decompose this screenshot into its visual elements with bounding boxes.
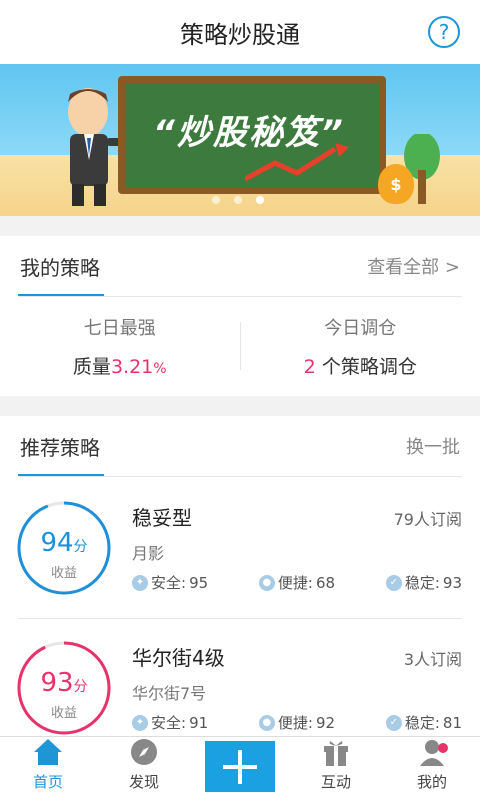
weekly-best-stat[interactable]: 七日最强 质量3.21% bbox=[0, 314, 240, 379]
carousel-dot-active[interactable] bbox=[256, 196, 264, 204]
app-header: 策略炒股通 ? bbox=[0, 0, 480, 64]
metric-value: 95 bbox=[189, 573, 209, 592]
divider bbox=[18, 618, 462, 619]
bottom-tab-bar: 首页 发现 互动 我的 bbox=[0, 736, 480, 800]
metric-label: 稳定: bbox=[404, 714, 440, 732]
strategy-item[interactable]: 93分 收益 华尔街4级 3人订阅 华尔街7号 ✦ 安全: 91 ● 便捷: 92 ✓ 稳… bbox=[0, 620, 480, 736]
strategy-author: 华尔街7号 bbox=[132, 684, 207, 703]
add-strategy-button[interactable] bbox=[205, 741, 275, 792]
my-strategy-stats: 七日最强 质量3.21% 今日调仓 2 个策略调仓 bbox=[0, 296, 480, 396]
subscriber-count: 79人订阅 bbox=[393, 510, 462, 529]
metric-value: 92 bbox=[315, 713, 336, 732]
stability-metric: ✓ 稳定: 81 bbox=[385, 712, 462, 733]
score-number: 93 bbox=[40, 668, 74, 698]
tab-interact[interactable]: 互动 bbox=[288, 737, 384, 800]
divider bbox=[18, 476, 462, 477]
compass-icon bbox=[129, 737, 159, 767]
convenience-metric: ● 便捷: 68 bbox=[258, 572, 336, 593]
section-title: 推荐策略 bbox=[20, 435, 100, 460]
metric-label: 安全: bbox=[151, 574, 187, 592]
convenience-metric: ● 便捷: 92 bbox=[258, 712, 336, 733]
stat-unit: % bbox=[153, 360, 167, 377]
metric-label: 安全: bbox=[151, 714, 187, 732]
score-number: 94 bbox=[40, 528, 74, 558]
tab-home[interactable]: 首页 bbox=[0, 737, 96, 800]
my-strategy-card: 我的策略 查看全部 > 七日最强 质量3.21% 今日调仓 2 个策略调仓 bbox=[0, 236, 480, 396]
stat-number: 3.21 bbox=[110, 355, 154, 378]
chalkboard: “炒股秘笈” bbox=[118, 76, 386, 194]
money-bag-icon: $ bbox=[378, 164, 414, 204]
strategy-item[interactable]: 94分 收益 稳妥型 79人订阅 月影 ✦ 安全: 95 ● 便捷: 68 ✓ 稳定: 93 bbox=[0, 478, 480, 620]
refresh-button[interactable]: 换一批 bbox=[406, 433, 460, 459]
safety-metric: ✦ 安全: 95 bbox=[132, 572, 208, 593]
tab-discover[interactable]: 发现 bbox=[96, 737, 192, 800]
tab-label: 首页 bbox=[32, 773, 63, 791]
metric-value: 93 bbox=[442, 573, 462, 592]
metric-value: 91 bbox=[189, 713, 209, 732]
recommended-card: 推荐策略 换一批 94分 收益 稳妥型 79人订阅 月影 ✦ 安全: 95 ● 便捷:… bbox=[0, 416, 480, 736]
metric-label: 便捷: bbox=[277, 574, 313, 592]
score-value: 93分 bbox=[16, 668, 112, 698]
help-button[interactable]: ? bbox=[428, 16, 460, 48]
score-label: 收益 bbox=[50, 706, 77, 721]
metric-value: 81 bbox=[442, 713, 462, 732]
home-icon bbox=[33, 737, 63, 767]
stat-prefix: 质量 bbox=[72, 355, 111, 378]
recommended-header: 推荐策略 换一批 bbox=[0, 416, 480, 476]
stat-value: 质量3.21% bbox=[0, 352, 240, 379]
strategy-metrics: ✦ 安全: 91 ● 便捷: 92 ✓ 稳定: 81 bbox=[132, 712, 462, 733]
stability-metric: ✓ 稳定: 93 bbox=[385, 572, 462, 593]
metric-value: 68 bbox=[315, 573, 336, 592]
shield-icon: ✦ bbox=[132, 574, 148, 591]
score-ring: 94分 收益 bbox=[16, 500, 112, 596]
stat-label: 今日调仓 bbox=[324, 317, 397, 339]
strategy-name: 稳妥型 bbox=[132, 506, 192, 530]
plus-icon bbox=[223, 749, 257, 784]
carousel-dot[interactable] bbox=[212, 196, 220, 204]
strategy-name: 华尔街4级 bbox=[132, 646, 225, 670]
tab-create[interactable] bbox=[192, 737, 288, 800]
shield-icon: ✦ bbox=[132, 714, 148, 731]
score-ring: 93分 收益 bbox=[16, 640, 112, 736]
eye-icon: ● bbox=[258, 574, 275, 591]
stat-value: 2 个策略调仓 bbox=[241, 352, 480, 379]
stat-number: 2 bbox=[303, 355, 316, 378]
score-unit: 分 bbox=[73, 679, 88, 695]
score-unit: 分 bbox=[73, 539, 88, 555]
safety-metric: ✦ 安全: 91 bbox=[132, 712, 208, 733]
strategy-metrics: ✦ 安全: 95 ● 便捷: 68 ✓ 稳定: 93 bbox=[132, 572, 462, 593]
carousel-dot[interactable] bbox=[234, 196, 242, 204]
trend-arrow-icon bbox=[245, 143, 349, 182]
carousel-indicator[interactable] bbox=[212, 196, 264, 204]
stat-suffix: 个策略调仓 bbox=[321, 355, 417, 378]
check-icon: ✓ bbox=[385, 714, 402, 731]
strategy-author: 月影 bbox=[132, 544, 165, 563]
tab-label: 互动 bbox=[320, 773, 351, 791]
divider bbox=[18, 296, 462, 297]
stat-label: 七日最强 bbox=[83, 317, 156, 339]
promo-banner[interactable]: “炒股秘笈” $ bbox=[0, 64, 480, 216]
metric-label: 稳定: bbox=[404, 574, 440, 592]
page-title: 策略炒股通 bbox=[180, 20, 300, 49]
section-title: 我的策略 bbox=[20, 255, 100, 280]
my-strategy-header: 我的策略 查看全部 > bbox=[0, 236, 480, 296]
score-label: 收益 bbox=[50, 566, 77, 581]
tab-label: 发现 bbox=[128, 773, 159, 791]
gift-icon bbox=[321, 737, 351, 767]
metric-label: 便捷: bbox=[277, 714, 313, 732]
today-rebalance-stat[interactable]: 今日调仓 2 个策略调仓 bbox=[241, 314, 480, 379]
eye-icon: ● bbox=[258, 714, 275, 731]
tab-label: 我的 bbox=[416, 773, 447, 791]
tab-mine[interactable]: 我的 bbox=[384, 737, 480, 800]
notification-dot bbox=[438, 743, 448, 753]
view-all-link[interactable]: 查看全部 > bbox=[367, 253, 460, 279]
subscriber-count: 3人订阅 bbox=[403, 650, 462, 669]
check-icon: ✓ bbox=[385, 574, 402, 591]
score-value: 94分 bbox=[16, 528, 112, 558]
